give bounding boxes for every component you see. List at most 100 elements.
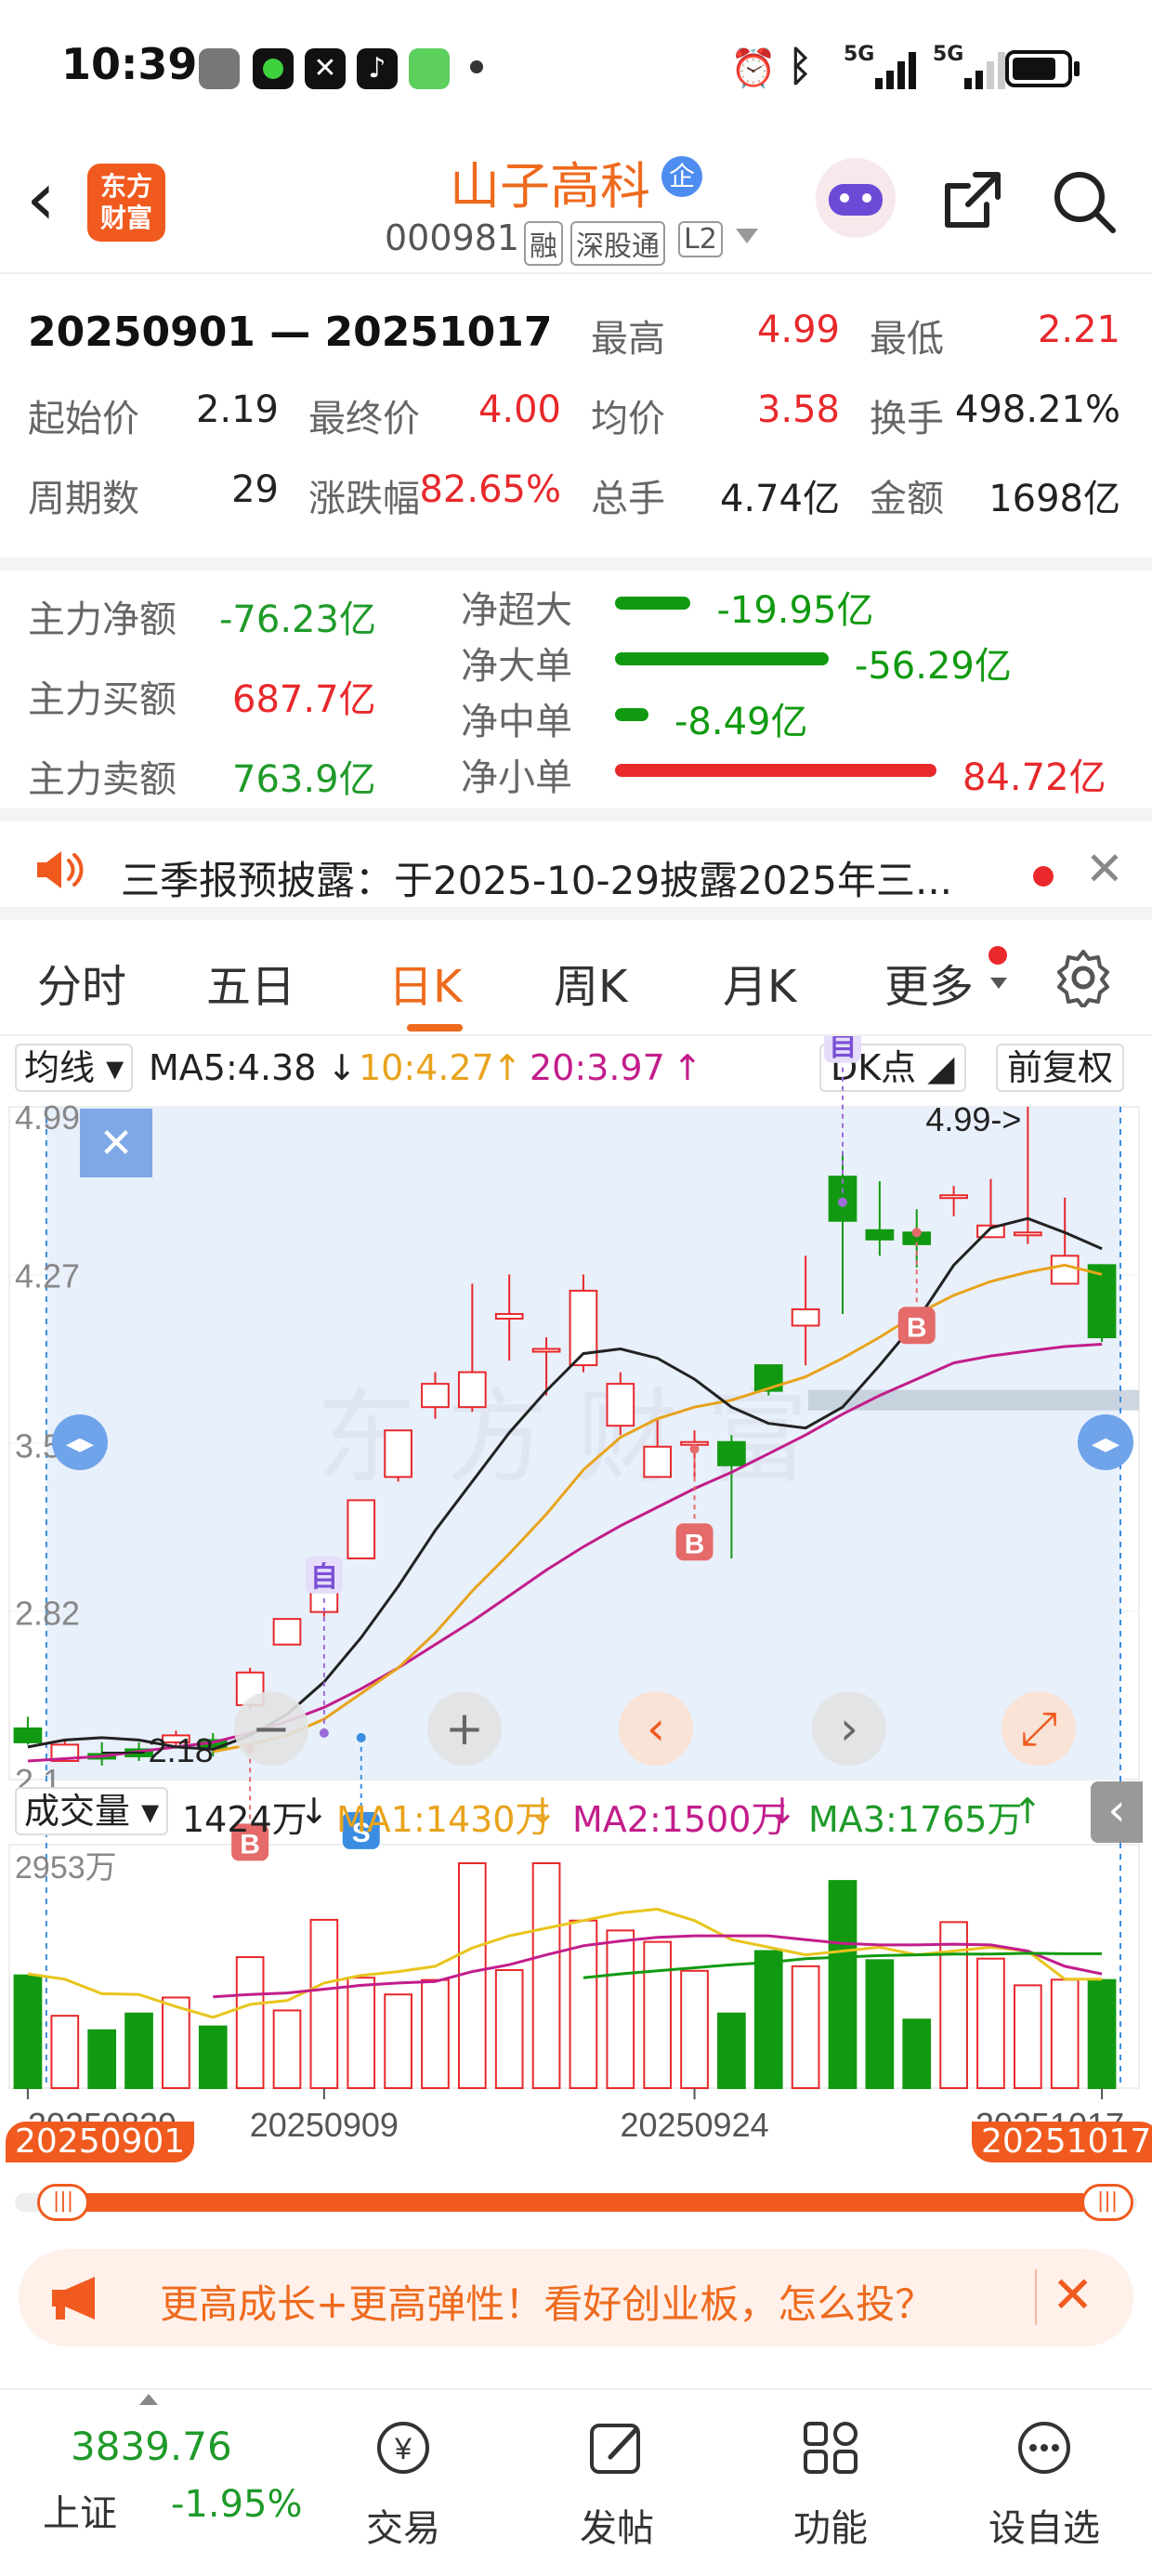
candle-body (791, 1308, 820, 1327)
volume-bar (717, 2012, 746, 2090)
range-slider-left-handle[interactable]: ||| (37, 2184, 89, 2221)
signal-2-icon (964, 52, 1011, 89)
signal-point (838, 1197, 847, 1207)
flow-row-label: 净小单 (461, 756, 572, 799)
signal-1-icon (875, 52, 922, 89)
message-app-icon (409, 48, 450, 89)
flow-row-bar (615, 708, 648, 721)
volume-bar (828, 1880, 857, 2089)
fund-flow-panel[interactable]: 主力净额 -76.23亿 主力买额 687.7亿 主力卖额 763.9亿 净超大… (0, 558, 1152, 808)
ai-assistant-avatar[interactable] (816, 158, 896, 238)
tab-five-day[interactable]: 五日 (206, 950, 295, 1015)
fullscreen-icon: ⤢ (1020, 1702, 1057, 1755)
turnover-value: 498.21% (955, 388, 1120, 431)
k-line-chart-area[interactable]: 均线 ▾ MA5:4.38 ↓ 10:4.27 ↑ 20:3.97 ↑ DK点 … (0, 1036, 1152, 2162)
signal-2-label: 5G (933, 43, 964, 66)
status-time: 10:39 (61, 39, 198, 89)
volume-bar (1050, 1978, 1080, 2090)
signal-point (689, 1444, 700, 1454)
signal-label: B (685, 1529, 705, 1559)
flow-row-bar (615, 597, 691, 610)
volume-bar (162, 1996, 190, 2090)
change-value: 82.65% (419, 468, 561, 511)
amount-label: 金额 (870, 478, 944, 520)
open-label: 起始价 (28, 398, 139, 440)
volume-bar (865, 1959, 895, 2089)
bottom-navigation: 3839.76 上证 -1.95% ¥ 交易 发帖 功能 设自选 (0, 2388, 1152, 2576)
tab-intraday[interactable]: 分时 (37, 950, 126, 1015)
tab-weekly-k[interactable]: 周K (554, 950, 627, 1015)
nav-add-watchlist[interactable]: 设自选 (951, 2418, 1137, 2552)
back-arrow-icon[interactable]: ‹ (26, 162, 56, 236)
tab-monthly-k[interactable]: 月K (723, 950, 796, 1015)
amount-value: 1698亿 (988, 478, 1120, 520)
index-name[interactable]: 上证 (43, 2483, 117, 2537)
more-dropdown-icon (990, 978, 1007, 989)
candlestick-chart[interactable]: 东方财富4.994.273.542.822.12953万202508292025… (0, 1036, 1152, 2161)
volume-bar (902, 2018, 932, 2090)
indicator-selector[interactable]: 成交量 ▾ (15, 1787, 169, 1835)
index-change[interactable]: -1.95% (171, 2483, 303, 2526)
flow-row-label: 净中单 (461, 701, 572, 743)
more-notifications-dot (470, 60, 483, 73)
vol-ma3-readout: MA3:1765万 (808, 1799, 1023, 1840)
promo-close-icon[interactable]: ✕ (1052, 2266, 1093, 2324)
search-icon[interactable] (1050, 167, 1120, 238)
gear-icon[interactable] (1054, 948, 1113, 1007)
y-axis-label: 4.27 (15, 1256, 80, 1295)
stock-code: 000981 (385, 217, 520, 258)
chart-period-tabs: 分时 五日 日K 周K 月K 更多 (0, 920, 1152, 1036)
index-expand-icon[interactable] (139, 2394, 158, 2405)
vol-ma1-readout: MA1:1430万 (336, 1799, 551, 1840)
flow-row-value: -56.29亿 (854, 645, 1012, 688)
tab-more[interactable]: 更多 (884, 950, 974, 1015)
share-icon[interactable] (938, 167, 1005, 234)
eastmoney-logo[interactable]: 东方 财富 (87, 164, 165, 242)
flow-row-label: 净超大 (461, 589, 572, 632)
speaker-icon (37, 851, 84, 888)
nav-post[interactable]: 发帖 (524, 2418, 710, 2552)
close-icon[interactable]: ✕ (1085, 842, 1124, 896)
collapse-panel-button[interactable]: ‹ (1091, 1781, 1143, 1843)
nav-trade[interactable]: ¥ 交易 (310, 2418, 496, 2552)
signal-label: 自 (310, 1562, 338, 1593)
level2-tag: L2 (678, 221, 723, 257)
index-value[interactable]: 3839.76 (71, 2424, 232, 2469)
code-dropdown-icon[interactable] (736, 229, 758, 243)
nav-trade-label: 交易 (366, 2507, 440, 2550)
tab-daily-k[interactable]: 日K (388, 950, 462, 1015)
stock-name: 山子高科 (450, 157, 650, 216)
range-slider-right-handle[interactable]: ||| (1081, 2184, 1133, 2221)
edit-icon (590, 2424, 640, 2474)
nav-functions-label: 功能 (793, 2507, 868, 2550)
battery-tip (1074, 61, 1080, 76)
signal-point (319, 1728, 329, 1738)
trade-icon: ¥ (377, 2422, 429, 2474)
candle-body (643, 1445, 673, 1479)
change-label: 涨跌幅 (308, 478, 420, 520)
app-notification-icon (253, 48, 294, 89)
periods-label: 周期数 (28, 478, 139, 520)
nav-functions[interactable]: 功能 (738, 2418, 923, 2552)
more-dots-icon (1018, 2422, 1070, 2474)
min-price-marker: 2.18 (149, 1731, 214, 1769)
unread-dot (1033, 866, 1054, 887)
signal-1-label: 5G (844, 43, 875, 66)
right-drag-handle-icon: ◂▸ (1092, 1428, 1119, 1459)
vol-ma1-arrow: ↓ (528, 1791, 557, 1832)
volume-bar (309, 1918, 339, 2090)
volume-bar (457, 1862, 487, 2089)
low-label: 最低 (870, 318, 944, 361)
max-price-marker: 4.99-> (925, 1100, 1021, 1138)
close-label: 最终价 (308, 398, 420, 440)
range-end-label: 20251017 (972, 2122, 1152, 2162)
announcement-banner[interactable]: 三季报预披露：于2025-10-29披露2025年三... ✕ (0, 808, 1152, 920)
close-crosshair-icon: ✕ (99, 1121, 134, 1166)
flow-row-label: 净大单 (461, 645, 572, 688)
flow-row-bar (615, 652, 829, 665)
high-value: 4.99 (756, 309, 840, 351)
avg-label: 均价 (591, 398, 665, 440)
zoom-out-icon: − (252, 1702, 291, 1755)
volume-value: 4.74亿 (719, 478, 840, 520)
promo-banner[interactable]: 更高成长+更高弹性！看好创业板，怎么投？ ✕ (19, 2249, 1133, 2346)
